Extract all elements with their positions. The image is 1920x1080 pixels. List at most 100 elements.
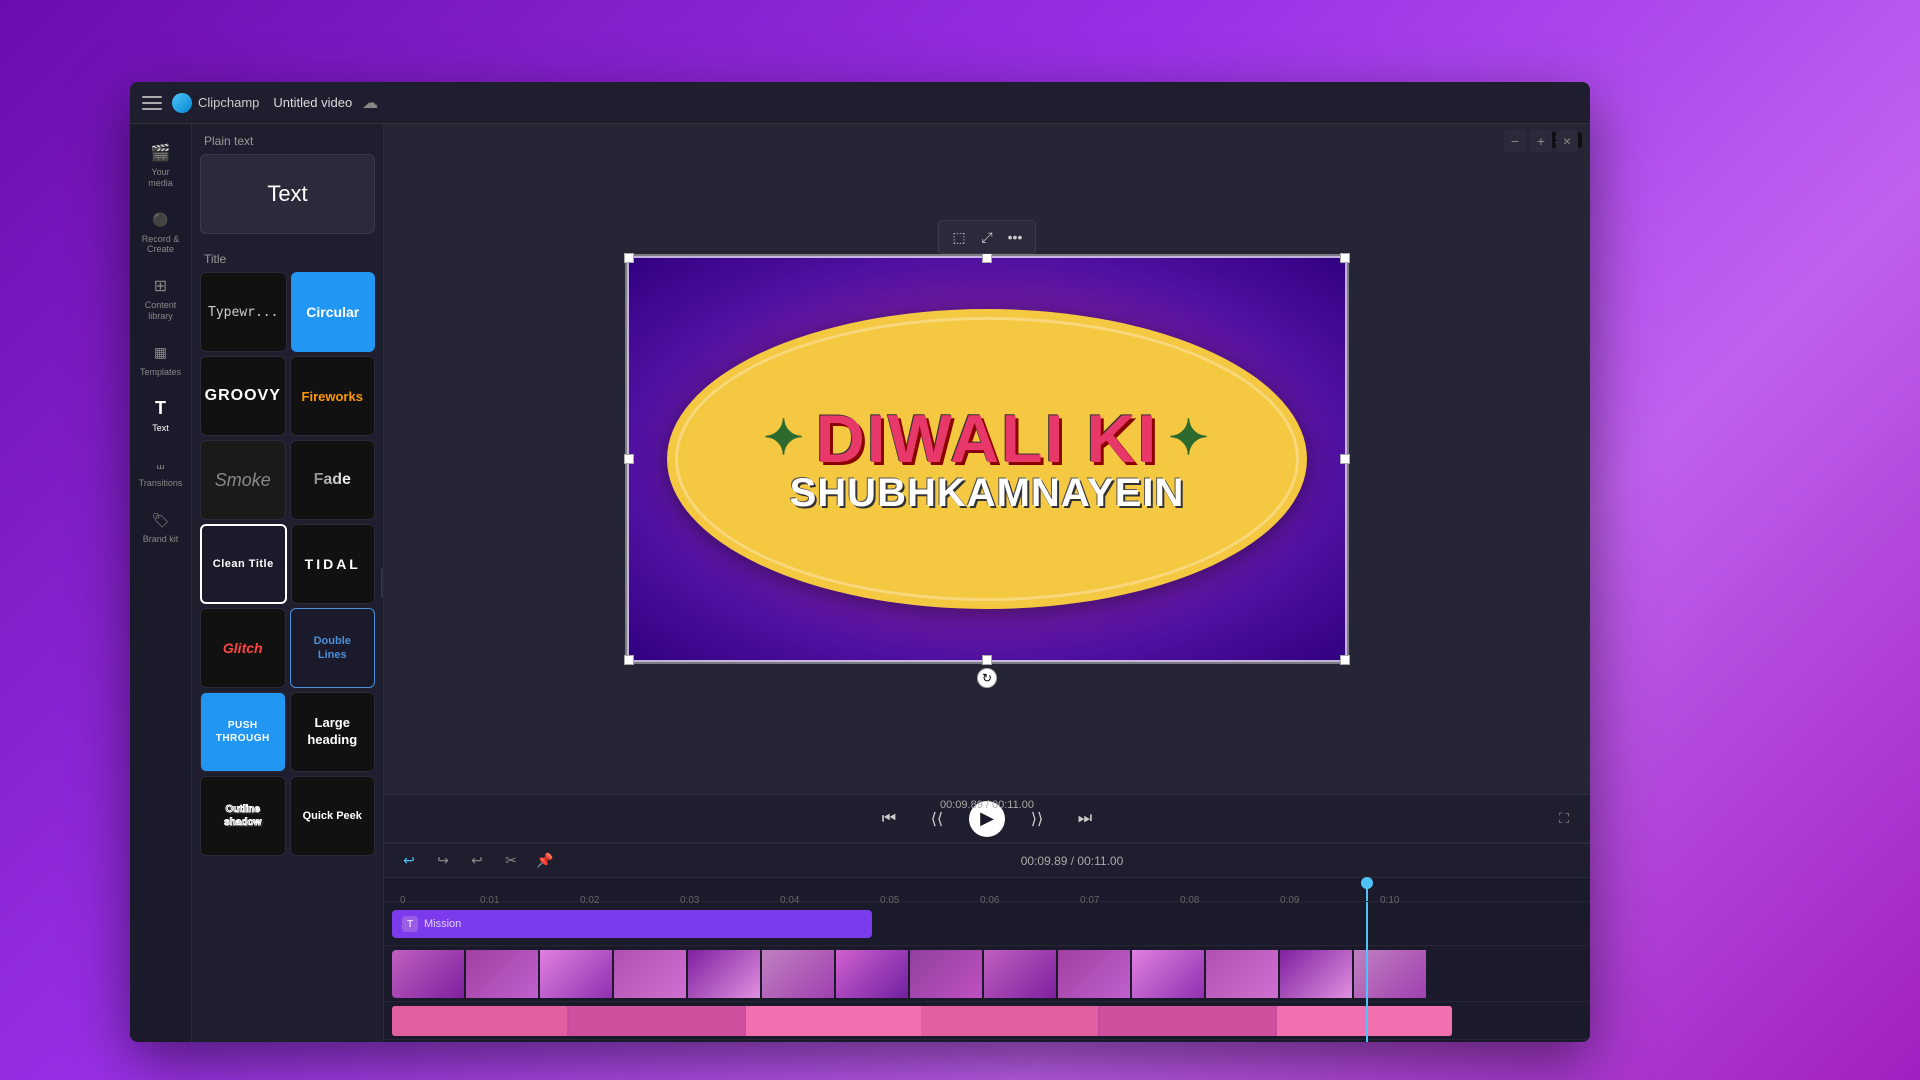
- video-thumb-7[interactable]: [836, 950, 908, 998]
- sidebar: 🎬 Your media ⚫ Record & Create ⊞ Content…: [130, 124, 192, 1042]
- style-large-heading[interactable]: Large heading: [290, 692, 376, 772]
- style-glitch[interactable]: Glitch: [200, 608, 286, 688]
- sidebar-item-transitions[interactable]: ⧢ Transitions: [135, 445, 187, 497]
- playback-bar: 00:09.89 / 00:11.00 ⏮ ⟨⟨ ▶ ⟩⟩ ⏭ ⛶: [384, 794, 1590, 842]
- style-tidal-label: TIDAL: [305, 556, 361, 572]
- undo-alt-button[interactable]: ↩: [464, 848, 490, 874]
- timeline-ruler: 0 0:01 0:02 0:03 0:04 0:05 0:06 0:07 0:0…: [384, 878, 1590, 902]
- audio-thumb-4[interactable]: [923, 1006, 1098, 1036]
- snapping-button[interactable]: 📌: [532, 848, 558, 874]
- text-track-row: Mission: [384, 902, 1590, 946]
- title-row-3: Smoke Fade: [200, 440, 375, 520]
- style-fireworks[interactable]: Fireworks: [290, 356, 376, 436]
- undo-button[interactable]: ↩: [396, 848, 422, 874]
- video-thumb-12[interactable]: [1206, 950, 1278, 998]
- sidebar-label-text: Text: [152, 423, 169, 434]
- playhead-line: [1366, 878, 1368, 901]
- audio-thumb-2[interactable]: [569, 1006, 744, 1036]
- audio-thumb-6[interactable]: [1277, 1006, 1452, 1036]
- media-icon: 🎬: [150, 142, 172, 164]
- audio-thumb-1[interactable]: [392, 1006, 567, 1036]
- canvas-background: ✦ DIWALI KI ✦ SHUBHKAMNAYEIN: [627, 256, 1347, 662]
- redo-button[interactable]: ↪: [430, 848, 456, 874]
- video-thumb-3[interactable]: [540, 950, 612, 998]
- sidebar-label-brand-kit: Brand kit: [143, 534, 179, 545]
- video-thumb-13[interactable]: [1280, 950, 1352, 998]
- video-canvas[interactable]: ✦ DIWALI KI ✦ SHUBHKAMNAYEIN: [625, 254, 1349, 664]
- brand-name: Clipchamp: [198, 95, 259, 110]
- diwali-graphic[interactable]: ✦ DIWALI KI ✦ SHUBHKAMNAYEIN: [667, 309, 1307, 609]
- sidebar-item-text[interactable]: T Text: [135, 390, 187, 442]
- video-thumb-10[interactable]: [1058, 950, 1130, 998]
- video-thumb-14[interactable]: [1354, 950, 1426, 998]
- style-text-label: Text: [267, 181, 307, 207]
- cloud-save-icon[interactable]: ☁: [362, 93, 378, 113]
- style-quick-peek[interactable]: Quick Peek: [290, 776, 376, 856]
- style-outline-shadow-label: Outlineshadow: [224, 803, 261, 829]
- sidebar-item-templates[interactable]: ▦ Templates: [135, 334, 187, 386]
- style-text[interactable]: Text: [200, 154, 375, 234]
- sidebar-item-your-media[interactable]: 🎬 Your media: [135, 134, 187, 197]
- star-right-icon: ✦: [1168, 415, 1210, 463]
- plain-text-section-label: Plain text: [192, 124, 383, 154]
- zoom-out-button[interactable]: −: [1504, 130, 1526, 152]
- sidebar-item-record-create[interactable]: ⚫ Record & Create: [135, 201, 187, 264]
- video-title[interactable]: Untitled video: [273, 95, 352, 110]
- rotate-handle[interactable]: ↻: [977, 668, 997, 688]
- video-thumb-6[interactable]: [762, 950, 834, 998]
- style-clean-title[interactable]: Clean Title: [200, 524, 287, 604]
- crop-button[interactable]: ⬚: [947, 225, 971, 249]
- style-smoke[interactable]: Smoke: [200, 440, 286, 520]
- video-track-clips: [392, 950, 1452, 998]
- canvas-right-controls: ⛶: [1550, 805, 1578, 833]
- timeline-close-button[interactable]: ×: [1556, 130, 1578, 152]
- shubhkamnayein-text: SHUBHKAMNAYEIN: [790, 473, 1185, 513]
- video-track-row: [384, 946, 1590, 1002]
- audio-track-row: [384, 1002, 1590, 1040]
- text-icon: T: [150, 398, 172, 420]
- video-thumb-11[interactable]: [1132, 950, 1204, 998]
- fullscreen-button[interactable]: ⛶: [1550, 805, 1578, 833]
- sidebar-label-your-media: Your media: [139, 167, 183, 189]
- video-thumb-4[interactable]: [614, 950, 686, 998]
- style-tidal[interactable]: TIDAL: [291, 524, 376, 604]
- title-bar: Clipchamp Untitled video ☁: [130, 82, 1590, 124]
- style-outline-shadow[interactable]: Outlineshadow: [200, 776, 286, 856]
- video-thumb-1[interactable]: [392, 950, 464, 998]
- style-push-through[interactable]: PUSHTHROUGH: [200, 692, 286, 772]
- resize-button[interactable]: ⤢: [975, 225, 999, 249]
- style-circular[interactable]: Circular: [291, 272, 376, 352]
- style-typewriter[interactable]: Typewr...: [200, 272, 287, 352]
- text-track-clip-mission[interactable]: Mission: [392, 910, 872, 938]
- skip-to-end-button[interactable]: ⏭: [1069, 803, 1101, 835]
- sidebar-item-content-library[interactable]: ⊞ Content library: [135, 267, 187, 330]
- style-smoke-label: Smoke: [215, 470, 271, 491]
- sidebar-item-brand-kit[interactable]: 🏷 Brand kit: [135, 501, 187, 553]
- video-thumb-8[interactable]: [910, 950, 982, 998]
- zoom-in-button[interactable]: +: [1530, 130, 1552, 152]
- audio-track-clips: [392, 1006, 1452, 1036]
- more-options-button[interactable]: •••: [1003, 225, 1027, 249]
- skip-to-start-button[interactable]: ⏮: [873, 803, 905, 835]
- title-row-4: Clean Title TIDAL: [200, 524, 375, 604]
- menu-button[interactable]: [142, 96, 162, 110]
- style-groovy[interactable]: GROOVY: [200, 356, 286, 436]
- audio-thumb-5[interactable]: [1100, 1006, 1275, 1036]
- sidebar-label-templates: Templates: [140, 367, 181, 378]
- tracks-playhead: [1366, 902, 1368, 1042]
- title-styles-grid: Typewr... Circular GROOVY Fireworks: [192, 272, 383, 864]
- style-quick-peek-label: Quick Peek: [303, 810, 362, 822]
- style-groovy-label: GROOVY: [205, 387, 281, 405]
- text-track-clips-area: Mission: [384, 902, 1590, 945]
- text-clip-label: Mission: [424, 918, 461, 930]
- style-double-lines[interactable]: DoubleLines: [290, 608, 376, 688]
- diwali-ki-text: ✦ DIWALI KI ✦: [763, 405, 1210, 473]
- clipchamp-logo-icon: [172, 93, 192, 113]
- cut-button[interactable]: ✂: [498, 848, 524, 874]
- style-fade[interactable]: Fade: [290, 440, 376, 520]
- video-thumb-9[interactable]: [984, 950, 1056, 998]
- diwali-ki-label: DIWALI KI: [816, 405, 1159, 473]
- audio-thumb-3[interactable]: [746, 1006, 921, 1036]
- video-thumb-5[interactable]: [688, 950, 760, 998]
- video-thumb-2[interactable]: [466, 950, 538, 998]
